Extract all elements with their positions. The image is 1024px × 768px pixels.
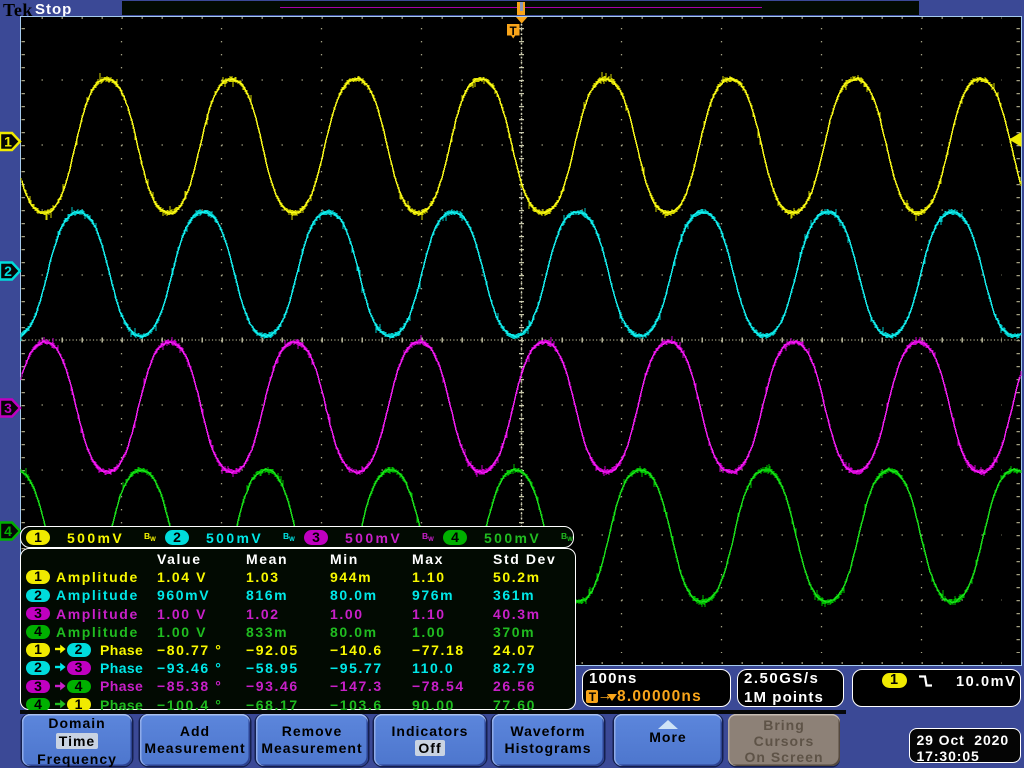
svg-text:1: 1 [4, 134, 12, 150]
svg-text:T: T [510, 26, 517, 38]
svg-text:4: 4 [4, 523, 12, 539]
svg-text:2: 2 [4, 263, 12, 279]
svg-text:3: 3 [4, 400, 12, 416]
